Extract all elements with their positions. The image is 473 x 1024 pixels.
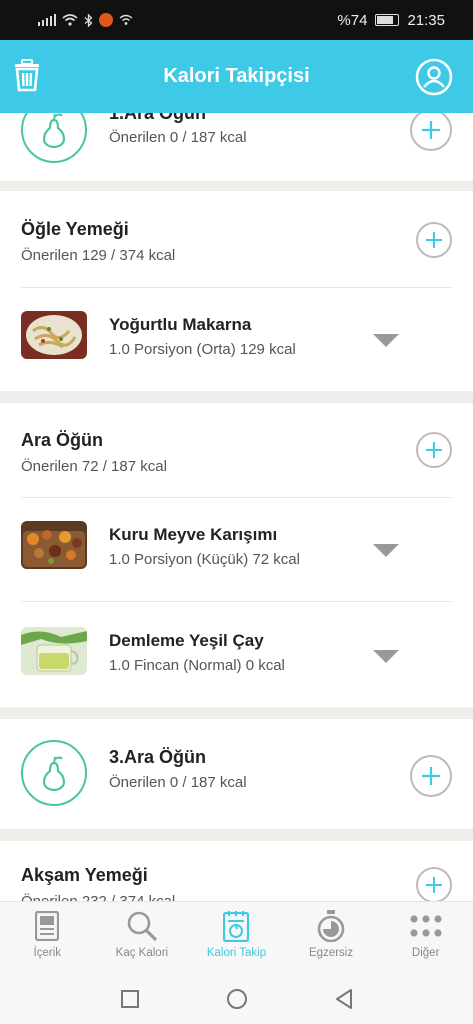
plus-icon [426, 442, 442, 458]
food-portion: 1.0 Fincan (Normal) 0 kcal [109, 657, 285, 674]
meal-suggested: Önerilen 129 / 374 kcal [21, 247, 176, 264]
stopwatch-icon [317, 910, 345, 942]
meal-title: Ara Öğün [21, 430, 104, 450]
signal-icon [38, 14, 56, 26]
nav-label: Diğer [411, 947, 440, 959]
food-item[interactable]: Kuru Meyve Karışımı 1.0 Porsiyon (Küçük)… [0, 497, 473, 601]
food-thumbnail-dried-fruit [21, 521, 87, 569]
food-item[interactable]: Demleme Yeşil Çay 1.0 Fincan (Normal) 0 … [0, 603, 473, 707]
meal-title: Akşam Yemeği [21, 865, 148, 885]
nav-item-kac-kalori[interactable]: Kaç Kalori [95, 902, 190, 974]
food-name: Demleme Yeşil Çay [109, 631, 264, 650]
battery-icon [375, 14, 400, 26]
bottom-navigation: İçerik Kaç Kalori Kalori Takip Egzersiz … [0, 901, 473, 974]
wifi-calling-icon [119, 14, 133, 25]
more-dots-icon [410, 915, 442, 937]
status-bar: %74 21:35 [0, 0, 473, 40]
meal-title: Öğle Yemeği [21, 219, 129, 239]
food-thumbnail-pasta [21, 311, 87, 359]
notification-app-icon [99, 13, 113, 27]
system-navigation-bar [0, 974, 473, 1024]
food-name: Kuru Meyve Karışımı [109, 525, 278, 544]
chevron-down-icon[interactable] [373, 544, 399, 557]
bluetooth-icon [84, 13, 93, 27]
chevron-down-icon[interactable] [373, 650, 399, 663]
nav-label: İçerik [33, 947, 62, 959]
plus-icon [426, 877, 442, 893]
plus-icon [426, 232, 442, 248]
add-food-button[interactable] [410, 755, 452, 797]
meal-suggested: Önerilen 72 / 187 kcal [21, 458, 167, 475]
status-icons-left [38, 13, 133, 27]
meal-card-snack-1: 1.Ara Öğün Önerilen 0 / 187 kcal [0, 113, 473, 181]
pear-icon [21, 740, 87, 806]
wifi-icon [62, 14, 78, 26]
profile-icon[interactable] [415, 58, 453, 96]
chevron-down-icon[interactable] [373, 334, 399, 347]
meal-suggested: Önerilen 0 / 187 kcal [109, 129, 247, 146]
food-name: Yoğurtlu Makarna [109, 315, 252, 334]
search-icon [127, 911, 158, 942]
app-header: Kalori Takipçisi [0, 40, 473, 113]
status-icons-right: %74 21:35 [337, 12, 445, 29]
battery-percent: %74 [337, 11, 368, 29]
home-circle-icon[interactable] [226, 988, 248, 1010]
add-food-button[interactable] [416, 222, 452, 258]
meal-card-dinner: Akşam Yemeği Önerilen 232 / 374 kcal [0, 841, 473, 901]
divider [21, 601, 452, 602]
nav-item-kalori-takip[interactable]: Kalori Takip [189, 902, 284, 974]
nav-label: Kalori Takip [206, 947, 267, 959]
add-food-button[interactable] [416, 867, 452, 901]
recents-square-icon[interactable] [120, 989, 140, 1009]
meal-card-snack-2: Ara Öğün Önerilen 72 / 187 kcal Kuru Mey… [0, 403, 473, 707]
meal-suggested: Önerilen 232 / 374 kcal [21, 893, 175, 901]
trash-icon[interactable] [12, 58, 42, 92]
page-title: Kalori Takipçisi [163, 65, 310, 87]
nav-label: Egzersiz [309, 947, 354, 959]
nav-label: Kaç Kalori [115, 947, 169, 959]
meal-list: 1.Ara Öğün Önerilen 0 / 187 kcal Öğle Ye… [0, 113, 473, 901]
meal-title: 3.Ara Öğün [109, 747, 207, 767]
food-portion: 1.0 Porsiyon (Orta) 129 kcal [109, 341, 296, 358]
food-item[interactable]: Yoğurtlu Makarna 1.0 Porsiyon (Orta) 129… [0, 287, 473, 391]
food-thumbnail-green-tea [21, 627, 87, 675]
meal-title: 1.Ara Öğün [109, 113, 207, 123]
back-triangle-icon[interactable] [334, 988, 354, 1010]
nav-item-egzersiz[interactable]: Egzersiz [284, 902, 379, 974]
clock: 21:35 [407, 11, 445, 29]
food-portion: 1.0 Porsiyon (Küçük) 72 kcal [109, 551, 300, 568]
add-food-button[interactable] [410, 113, 452, 151]
meal-card-snack-3: 3.Ara Öğün Önerilen 0 / 187 kcal [0, 719, 473, 829]
add-food-button[interactable] [416, 432, 452, 468]
nav-item-icerik[interactable]: İçerik [0, 902, 95, 974]
plus-icon [422, 121, 440, 139]
plus-icon [422, 767, 440, 785]
tracker-icon [223, 911, 250, 942]
nav-item-diger[interactable]: Diğer [378, 902, 473, 974]
document-icon [35, 911, 60, 941]
pear-icon [21, 113, 87, 163]
meal-card-lunch: Öğle Yemeği Önerilen 129 / 374 kcal Yoğu… [0, 191, 473, 391]
meal-suggested: Önerilen 0 / 187 kcal [109, 774, 247, 791]
